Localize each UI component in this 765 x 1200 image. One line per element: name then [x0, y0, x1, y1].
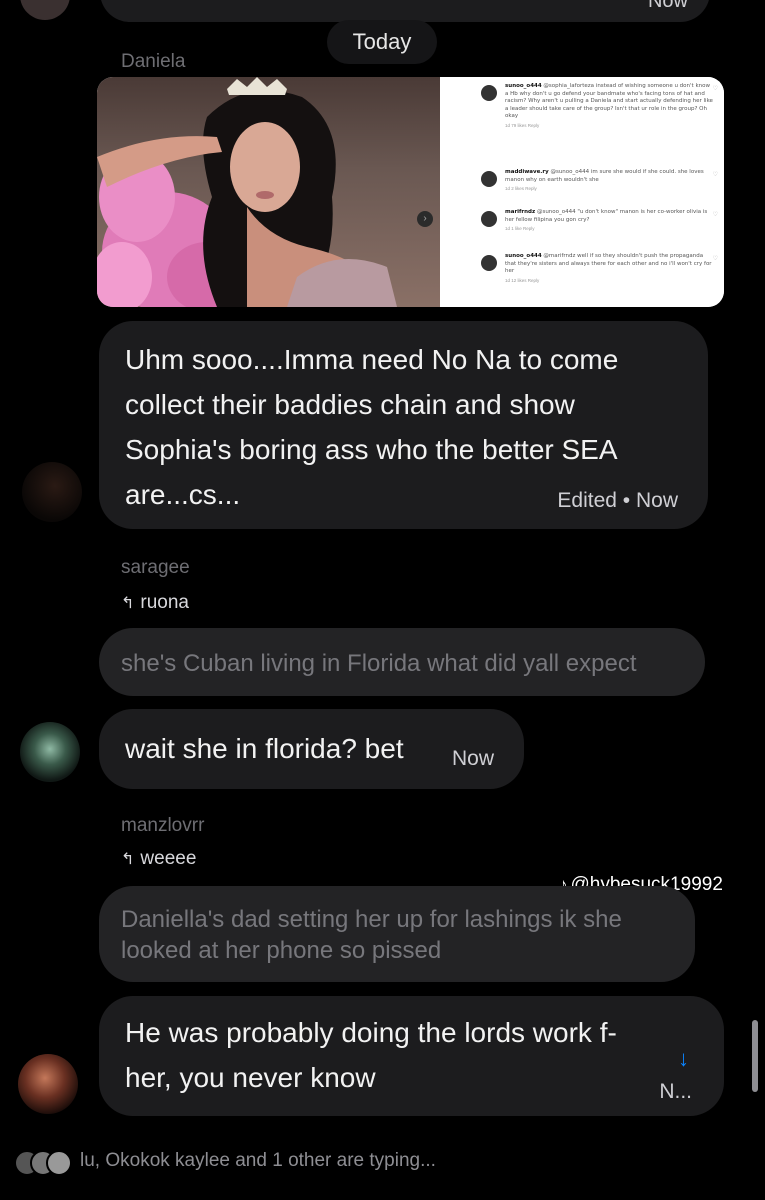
avatar[interactable] [22, 462, 82, 522]
comments-screenshot: sunoo_o444 @sophia_laforteza instead of … [469, 77, 724, 307]
typing-avatars [14, 1150, 72, 1176]
scroll-to-bottom-icon[interactable]: ↓ [678, 1046, 689, 1072]
date-divider: Today [327, 20, 437, 64]
comment-item: sunoo_o444 @marifrndz well if so they sh… [481, 253, 718, 283]
message-time: N... [659, 1080, 692, 1103]
image-attachment[interactable]: › sunoo_o444 @sophia_laforteza instead o… [97, 77, 724, 307]
comment-avatar [481, 211, 497, 227]
message-bubble[interactable]: Uhm sooo....Imma need No Na to come coll… [99, 321, 708, 529]
heart-icon: ♡ [712, 212, 718, 218]
comment-user: sunoo_o444 [505, 83, 542, 89]
reply-reference[interactable]: ↰ weeee [121, 848, 196, 870]
message-text: He was probably doing the lords work f- … [125, 1017, 617, 1093]
photo-illustration [97, 77, 397, 307]
typing-avatar [46, 1150, 72, 1176]
sender-name: Daniela [121, 51, 186, 72]
message-bubble-top-partial[interactable]: Now [100, 0, 710, 22]
message-meta: Edited • Now [557, 489, 678, 512]
reply-arrow-icon: ↰ [121, 595, 135, 612]
avatar[interactable] [20, 722, 80, 782]
comment-footer: 1d 1 like Reply [505, 226, 535, 231]
quoted-text: Daniella's dad setting her up for lashin… [121, 906, 622, 964]
message-text: wait she in florida? bet [125, 733, 404, 764]
typing-text: lu, Okokok kaylee and 1 other are typing… [80, 1150, 436, 1171]
date-divider-label: Today [352, 29, 412, 54]
comment-user: marifrndz [505, 209, 536, 215]
comment-item: marifrndz @sunoo_o444 "u don't know" man… [481, 209, 718, 231]
comment-footer: 1d 12 likes Reply [505, 277, 540, 283]
heart-icon: ♡ [712, 172, 718, 178]
comment-text: @sunoo_o444 "u don't know" manon is her … [505, 209, 708, 223]
sender-name: manzlovrr [121, 815, 205, 836]
typing-indicator: lu, Okokok kaylee and 1 other are typing… [14, 1150, 436, 1176]
reply-reference[interactable]: ↰ ruona [121, 592, 189, 614]
comment-footer: 1d 2 likes Reply [505, 186, 537, 191]
comment-item: sunoo_o444 @sophia_laforteza instead of … [481, 83, 718, 128]
comment-avatar [481, 171, 497, 187]
comment-item: maddiwave.ry @sunoo_o444 im sure she wou… [481, 169, 718, 191]
heart-icon: ♡ [712, 86, 718, 92]
message-time: Now [647, 0, 688, 12]
message-time: Now [635, 489, 678, 512]
message-time: Now [452, 747, 495, 770]
quoted-message[interactable]: she's Cuban living in Florida what did y… [99, 628, 705, 696]
heart-icon: ♡ [712, 256, 718, 262]
attached-photo [97, 77, 440, 307]
avatar[interactable] [18, 1054, 78, 1114]
quoted-message[interactable]: Daniella's dad setting her up for lashin… [99, 886, 695, 982]
reply-to-user: ruona [140, 592, 190, 613]
sender-name: saragee [121, 557, 190, 578]
edited-label: Edited [557, 489, 617, 512]
reply-arrow-icon: ↰ [121, 851, 135, 868]
comment-user: maddiwave.ry [505, 169, 549, 175]
comment-avatar [481, 255, 497, 271]
message-bubble[interactable]: wait she in florida? bet Now [99, 709, 524, 789]
comment-footer: 1d 79 likes Reply [505, 122, 540, 128]
comment-avatar [481, 85, 497, 101]
message-bubble[interactable]: He was probably doing the lords work f- … [99, 996, 724, 1116]
avatar-top[interactable] [20, 0, 70, 20]
reply-to-user: weeee [140, 848, 197, 869]
quoted-text: she's Cuban living in Florida what did y… [121, 650, 637, 677]
carousel-next-button[interactable]: › [417, 211, 433, 227]
comment-user: sunoo_o444 [505, 253, 542, 259]
scrollbar-thumb[interactable] [752, 1020, 758, 1092]
